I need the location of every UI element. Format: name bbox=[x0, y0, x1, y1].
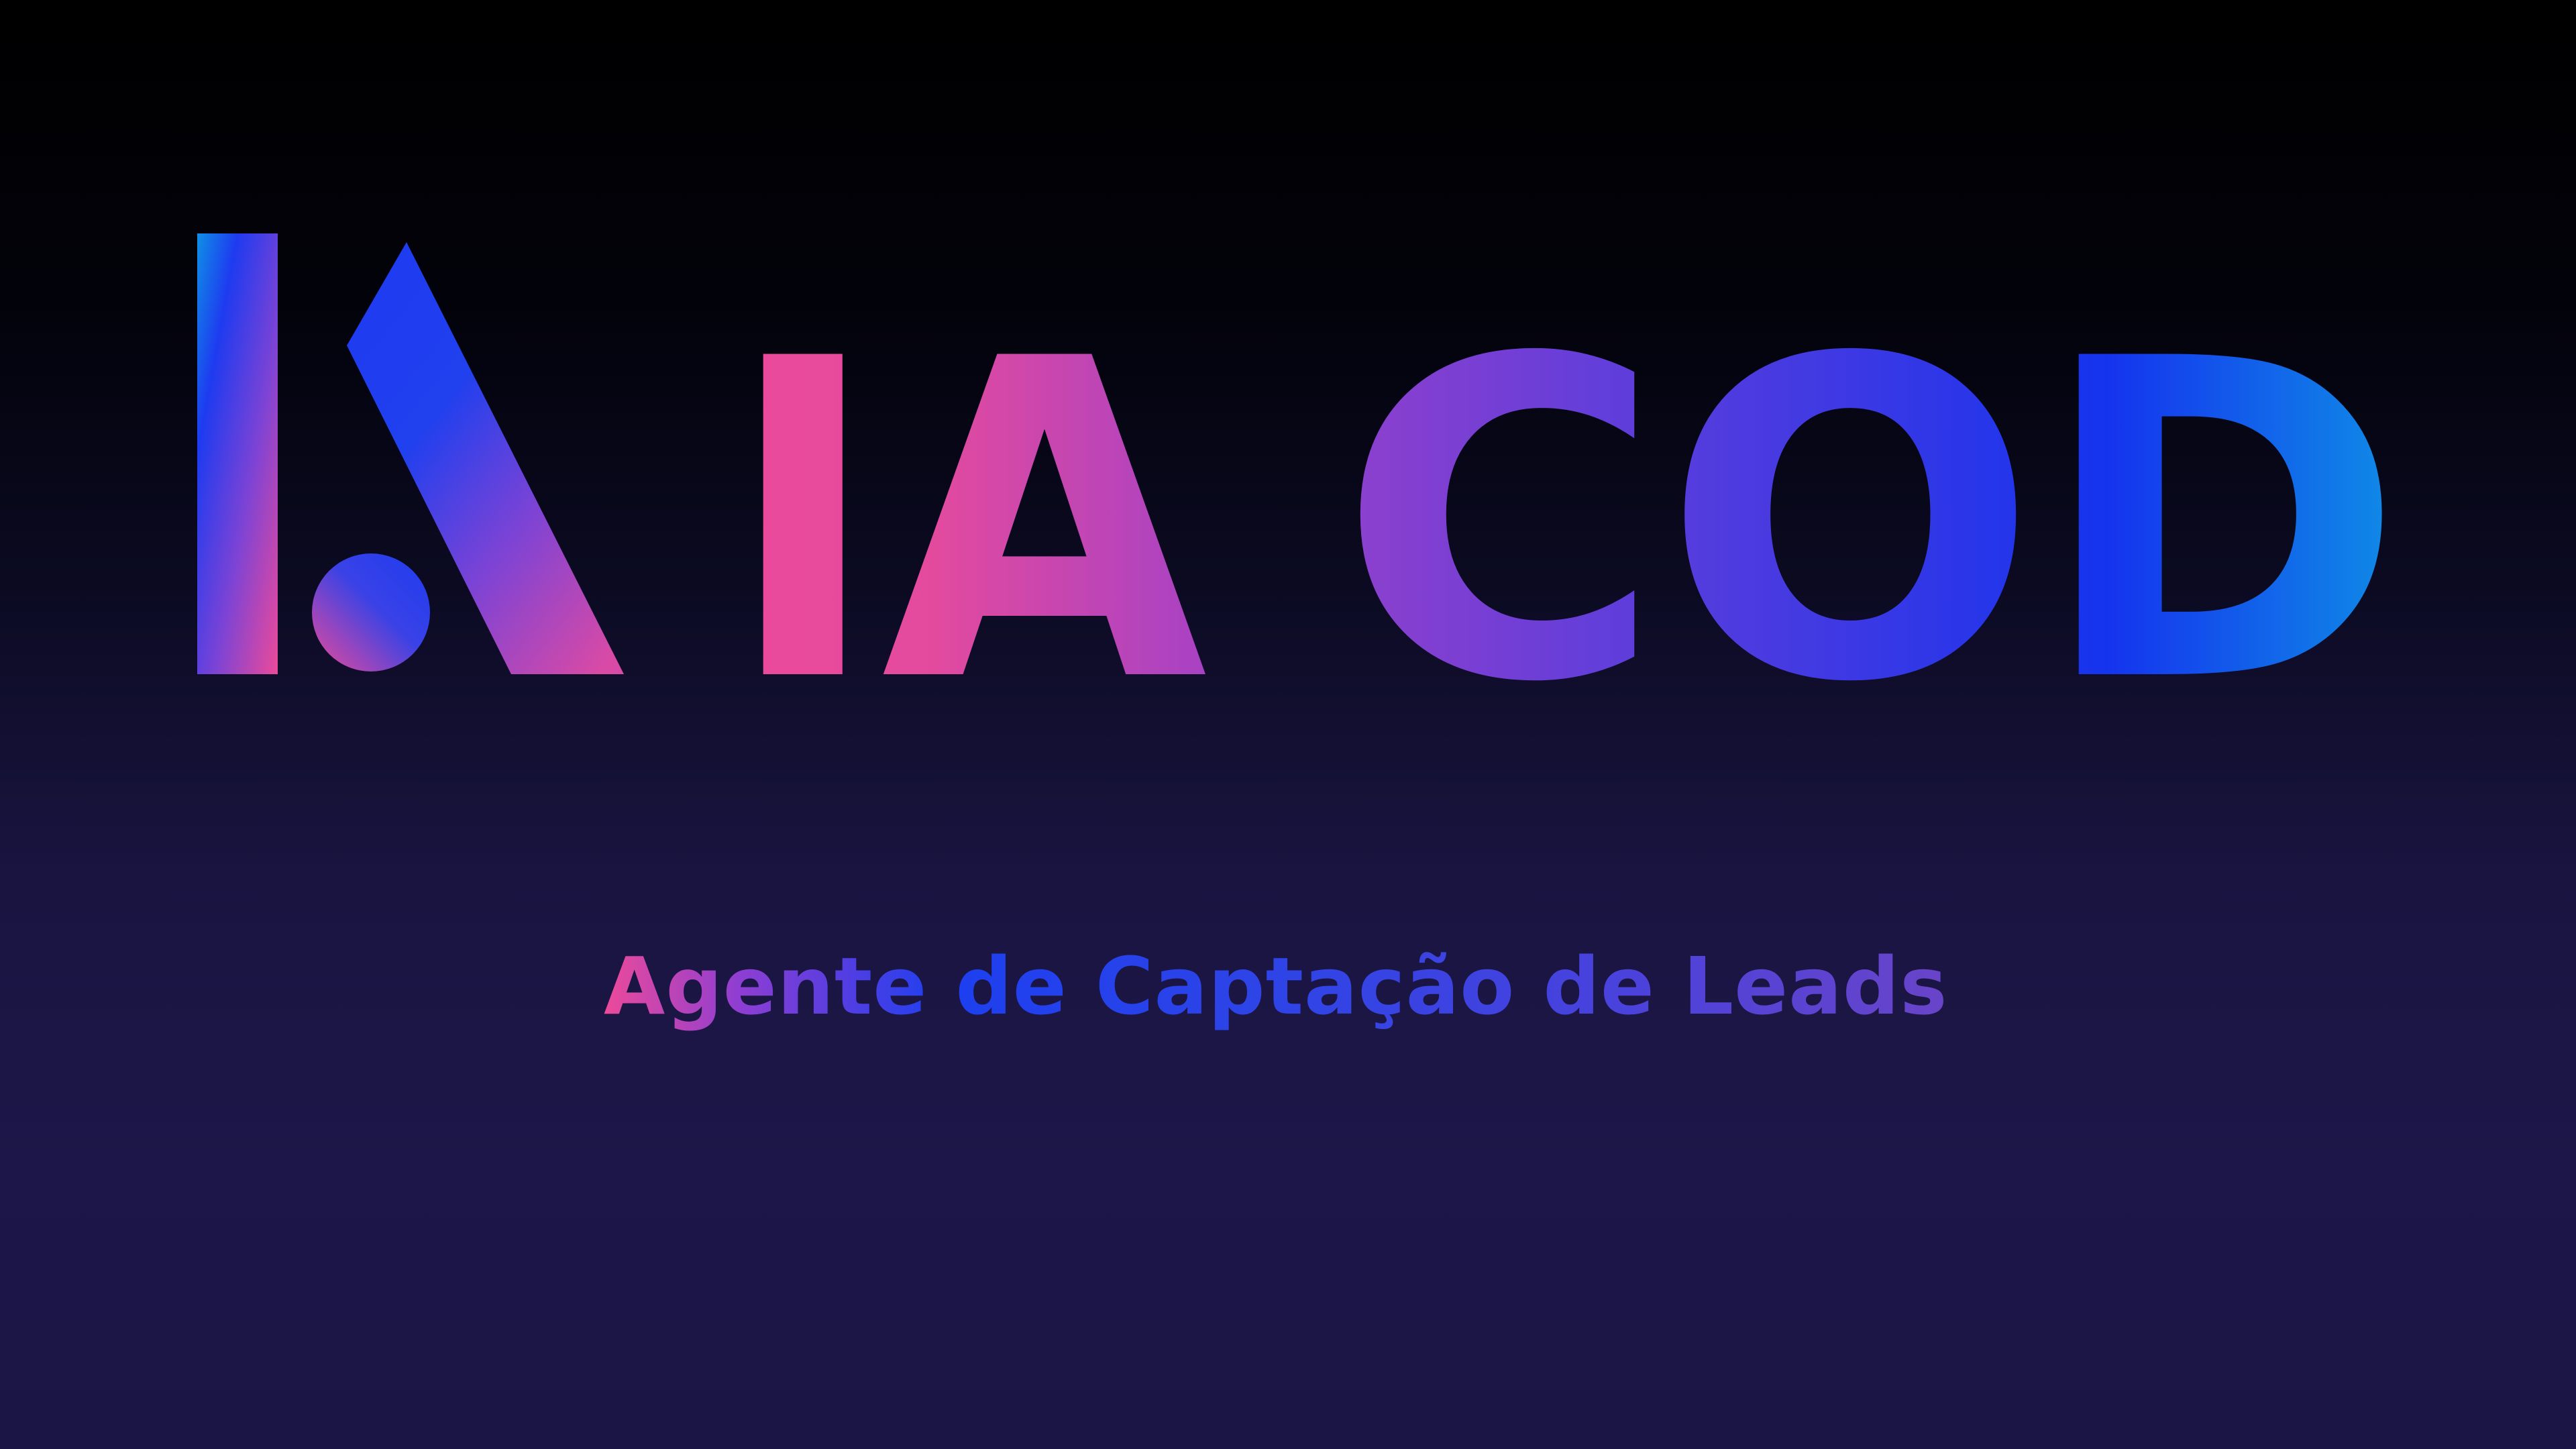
splash-screen: { "brand": { "name_part1": "IA", "name_p… bbox=[0, 0, 2576, 1449]
tagline: Agente de Captação de Leads bbox=[604, 932, 1959, 1040]
brand-name-ia: IA bbox=[724, 267, 1211, 778]
brand-name: IA COD bbox=[724, 267, 2405, 778]
brand-name-cod: COD bbox=[1338, 267, 2405, 778]
